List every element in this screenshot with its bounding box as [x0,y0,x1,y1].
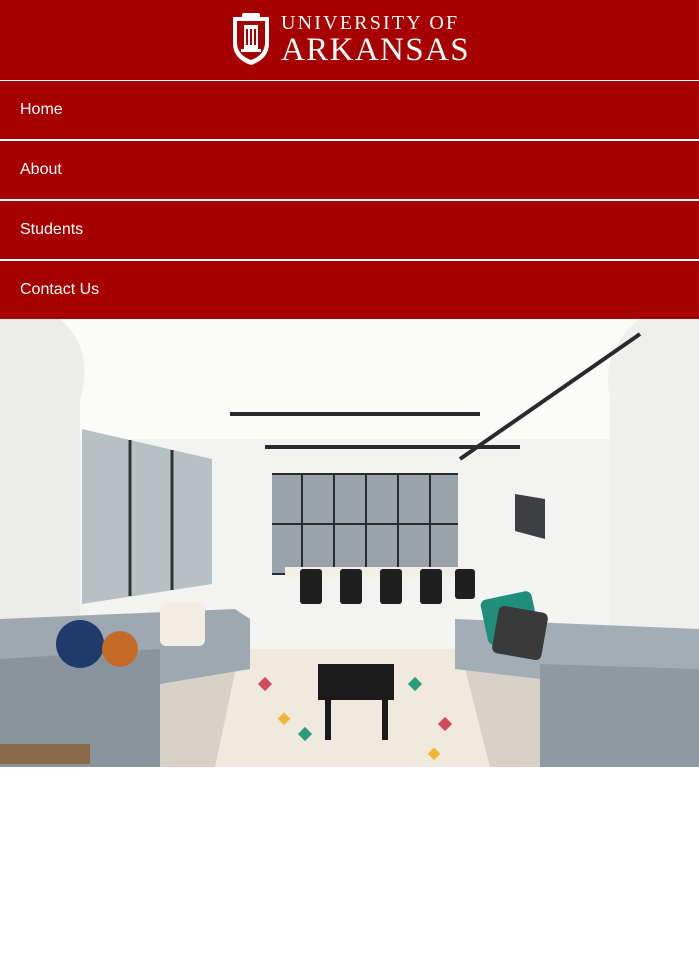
university-logo[interactable]: UNIVERSITY OF ARKANSAS [229,9,470,72]
site-header: UNIVERSITY OF ARKANSAS [0,0,699,80]
main-nav: Home About Students Contact Us [0,80,699,319]
university-seal-icon [229,9,273,72]
nav-item-home[interactable]: Home [0,80,699,139]
nav-item-students[interactable]: Students [0,199,699,259]
nav-item-contact-us[interactable]: Contact Us [0,259,699,319]
hero-image [0,319,699,767]
logo-line-2: ARKANSAS [280,32,471,68]
logo-line-1: UNIVERSITY OF [280,12,460,34]
nav-item-about[interactable]: About [0,139,699,199]
